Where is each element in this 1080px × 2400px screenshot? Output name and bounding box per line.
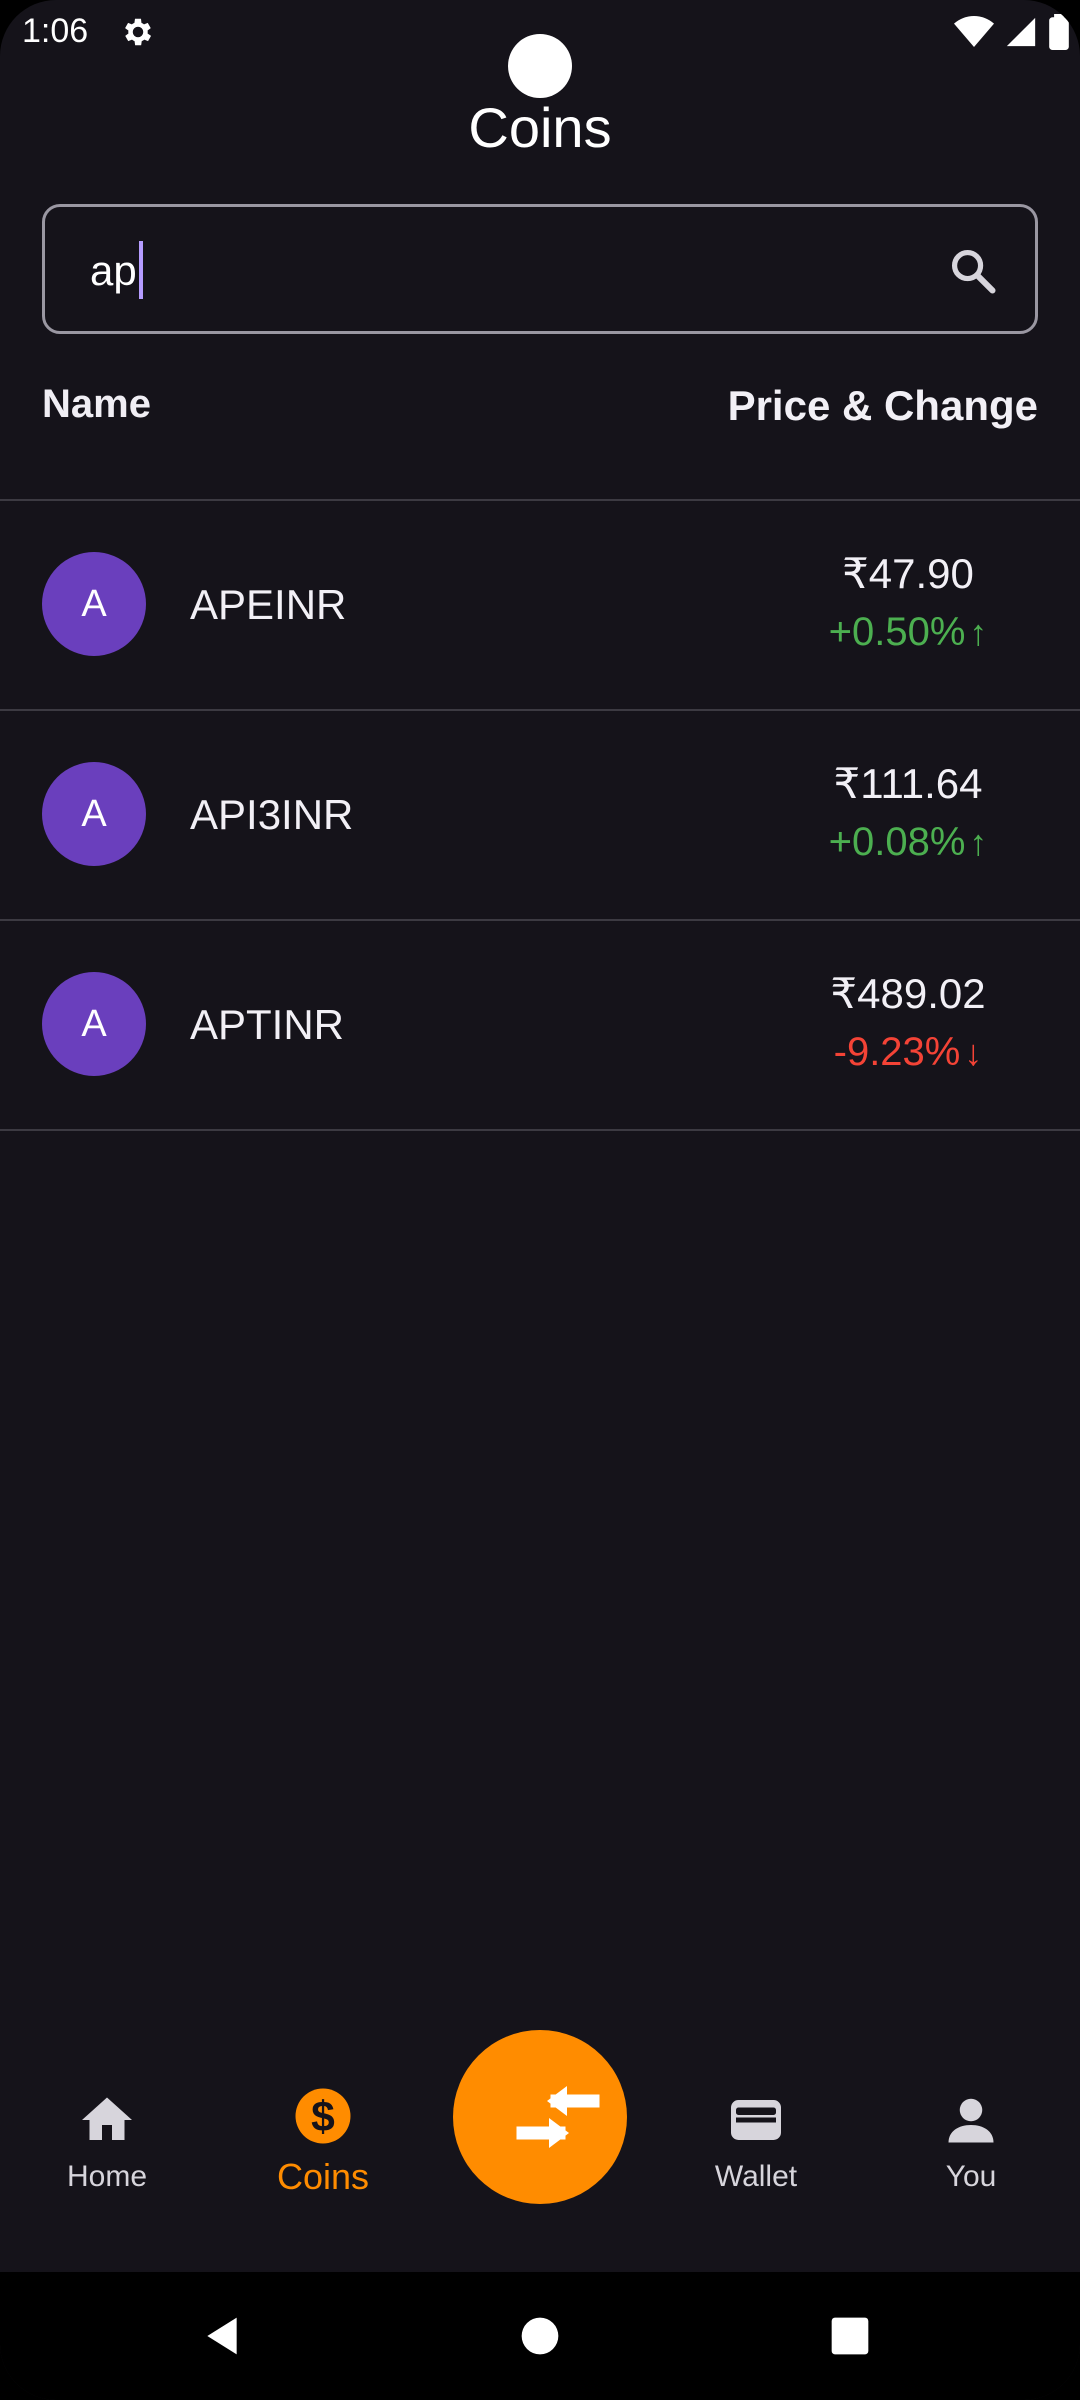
- coin-name: APTINR: [190, 1001, 345, 1048]
- bottom-navigation: Home $ Coins Wallet You: [0, 2030, 1080, 2270]
- price-change: ₹47.90 +0.50% ↑: [778, 549, 1038, 655]
- nav-you[interactable]: You: [891, 2090, 1051, 2194]
- divider: [0, 1129, 1080, 1131]
- recents-icon[interactable]: [830, 2316, 870, 2356]
- coin-price: ₹111.64: [833, 760, 983, 807]
- coin-change: +0.08% ↑: [828, 820, 988, 864]
- nav-wallet[interactable]: Wallet: [676, 2090, 836, 2194]
- search-value[interactable]: ap: [90, 240, 143, 299]
- dollar-coin-icon: $: [295, 2088, 351, 2144]
- arrow-up-icon: ↑: [969, 822, 988, 863]
- nav-wallet-label: Wallet: [714, 2160, 798, 2193]
- page-title: Coins: [468, 96, 612, 159]
- avatar: A: [42, 762, 146, 866]
- status-icons: [954, 12, 1070, 52]
- column-header-name[interactable]: Name: [42, 382, 151, 427]
- nav-home-label: Home: [66, 2160, 148, 2193]
- coin-row-aptinr[interactable]: A APTINR ₹489.02 -9.23% ↓: [0, 921, 1080, 1129]
- search-icon[interactable]: [947, 245, 999, 297]
- avatar: A: [42, 552, 146, 656]
- coin-change: +0.50% ↑: [828, 610, 988, 654]
- price-change: ₹111.64 +0.08% ↑: [778, 759, 1038, 865]
- wifi-icon: [954, 16, 994, 47]
- nav-coins-label: Coins: [276, 2156, 370, 2197]
- arrow-down-icon: ↓: [964, 1032, 983, 1073]
- coin-price: ₹489.02: [830, 970, 986, 1017]
- wallet-icon: [731, 2100, 781, 2140]
- home-circle-icon[interactable]: [520, 2316, 560, 2356]
- price-change: ₹489.02 -9.23% ↓: [778, 969, 1038, 1075]
- search-input[interactable]: ap: [42, 204, 1038, 334]
- gear-icon: [125, 18, 152, 46]
- status-bar: 1:06: [0, 0, 1080, 98]
- column-header-price-change[interactable]: Price & Change: [728, 382, 1038, 430]
- person-icon: [948, 2098, 994, 2143]
- home-icon: [82, 2097, 132, 2140]
- coin-name: API3INR: [190, 791, 354, 838]
- svg-text:$: $: [311, 2094, 335, 2141]
- coin-row-apeinr[interactable]: A APEINR ₹47.90 +0.50% ↑: [0, 501, 1080, 709]
- avatar: A: [42, 972, 146, 1076]
- coin-change: -9.23% ↓: [833, 1030, 983, 1074]
- swap-button[interactable]: [453, 2030, 627, 2204]
- signal-icon: [1006, 17, 1036, 47]
- camera-cutout: [508, 34, 572, 98]
- swap-arrows-icon: [516, 2086, 600, 2148]
- coin-name: APEINR: [190, 581, 347, 628]
- back-icon[interactable]: [200, 2314, 244, 2358]
- system-navigation-bar: [0, 2272, 1080, 2400]
- nav-coins[interactable]: $ Coins: [243, 2086, 403, 2198]
- nav-home[interactable]: Home: [27, 2090, 187, 2194]
- coins-screen: 1:06 Coins ap Name Price & Change A APEI…: [0, 0, 1080, 2400]
- nav-you-label: You: [945, 2160, 997, 2193]
- text-caret: [138, 240, 143, 299]
- status-time: 1:06: [22, 12, 89, 50]
- coin-price: ₹47.90: [842, 550, 974, 597]
- arrow-up-icon: ↑: [969, 612, 988, 653]
- battery-icon: [1049, 14, 1069, 50]
- coin-row-api3inr[interactable]: A API3INR ₹111.64 +0.08% ↑: [0, 711, 1080, 919]
